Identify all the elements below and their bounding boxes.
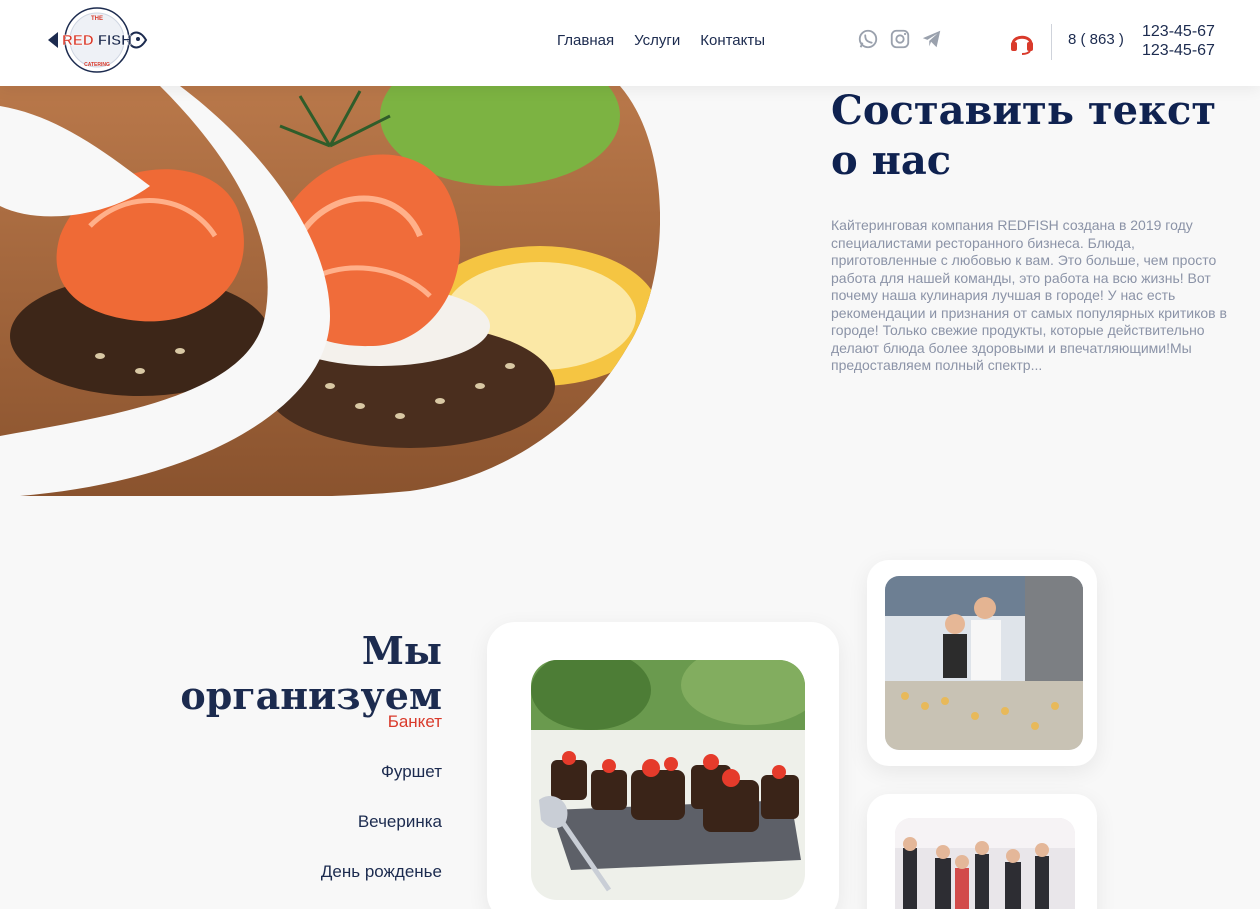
organize-item-party[interactable]: Вечеринка [240, 810, 442, 860]
phone-numbers: 123-45-67 123-45-67 [1142, 22, 1215, 60]
site-header: THE RED FISH CATERING Главная Услуги Кон… [0, 0, 1260, 86]
card-buffet[interactable] [867, 560, 1097, 766]
organize-list: Банкет Фуршет Вечеринка День рожденье [240, 710, 442, 909]
organize-item-banquet[interactable]: Банкет [240, 710, 442, 760]
telegram-icon[interactable] [921, 28, 943, 50]
about-title: Составить текст о нас [831, 87, 1217, 184]
phone-number-1[interactable]: 123-45-67 [1142, 22, 1215, 41]
card-banquet[interactable] [487, 622, 839, 909]
instagram-icon[interactable] [889, 28, 911, 50]
contact-divider [1051, 24, 1052, 60]
svg-text:CATERING: CATERING [84, 62, 110, 68]
organize-item-buffet[interactable]: Фуршет [240, 760, 442, 810]
dessert-photo [531, 660, 805, 900]
phone-number-2[interactable]: 123-45-67 [1142, 41, 1215, 60]
nav-contacts[interactable]: Контакты [700, 32, 765, 49]
nav-home[interactable]: Главная [557, 32, 614, 49]
svg-text:THE: THE [91, 16, 103, 22]
red-fish-logo[interactable]: THE RED FISH CATERING [44, 6, 150, 74]
main-nav: Главная Услуги Контакты [557, 32, 765, 49]
buffet-staff-photo [885, 576, 1083, 750]
card-party[interactable] [867, 794, 1097, 909]
social-links [857, 28, 943, 50]
whatsapp-icon[interactable] [857, 28, 879, 50]
phone-code: 8 ( 863 ) [1068, 31, 1124, 48]
organize-item-birthday[interactable]: День рожденье [240, 860, 442, 909]
about-text: Кайтеринговая компания REDFISH создана в… [831, 217, 1227, 373]
party-photo [895, 818, 1075, 909]
nav-services[interactable]: Услуги [634, 32, 680, 49]
svg-text:RED FISH: RED FISH [62, 32, 132, 49]
organize-title: Мы организуем [180, 628, 442, 718]
hero-food-image [0, 86, 660, 496]
headset-icon [1011, 35, 1033, 55]
